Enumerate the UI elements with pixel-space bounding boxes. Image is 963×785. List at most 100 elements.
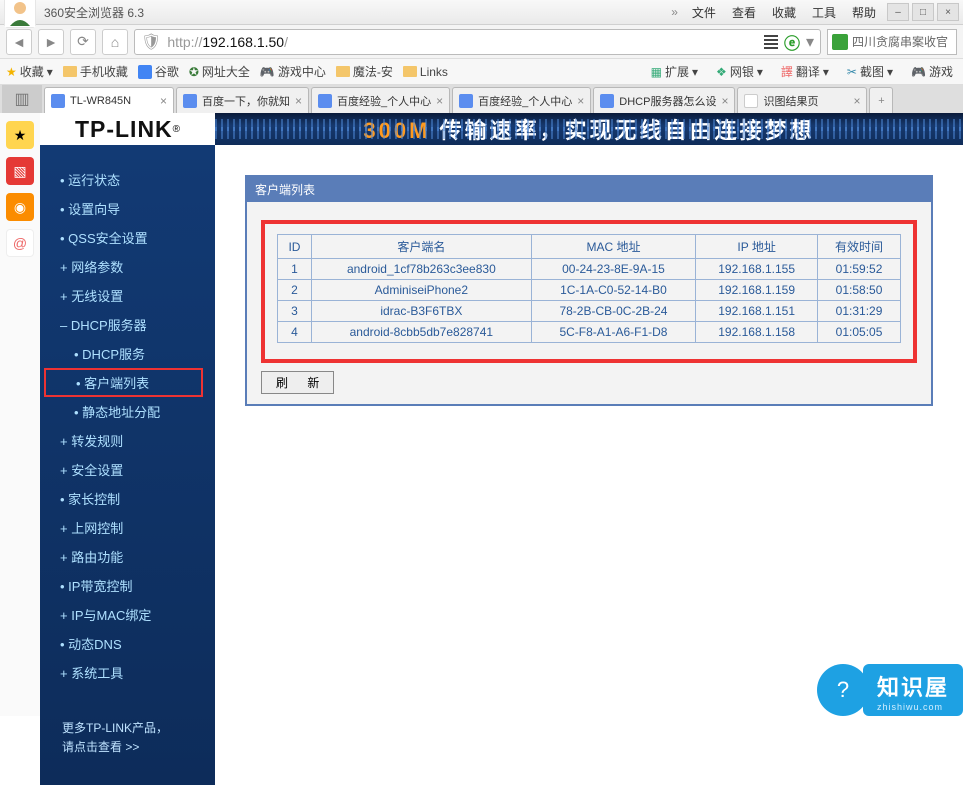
nav-item[interactable]: 客户端列表 bbox=[44, 368, 203, 397]
nav-label: 客户端列表 bbox=[84, 376, 149, 391]
tab-close-icon[interactable]: × bbox=[853, 94, 860, 108]
nav-more-products[interactable]: 更多TP-LINK产品， 请点击查看 >> bbox=[54, 711, 201, 765]
menu-file[interactable]: 文件 bbox=[684, 4, 724, 21]
nav-item[interactable]: 安全设置 bbox=[40, 455, 215, 484]
nav-item[interactable]: 静态地址分配 bbox=[40, 397, 215, 426]
site-list-icon[interactable]: ▥ bbox=[2, 85, 42, 113]
client-table-highlight: ID客户端名MAC 地址IP 地址有效时间 1android_1cf78b263… bbox=[261, 220, 917, 363]
tab-jingyan2[interactable]: 百度经验_个人中心× bbox=[452, 87, 591, 113]
forward-button[interactable]: ► bbox=[38, 29, 64, 55]
nav-item[interactable]: 网络参数 bbox=[40, 252, 215, 281]
router-page: TP-LINK® 300M 传输速率，实现无线自由连接梦想 运行状态设置向导QS… bbox=[40, 113, 963, 716]
url-text: http://192.168.1.50/ bbox=[167, 34, 758, 50]
scissors-icon: ✂ bbox=[847, 65, 857, 79]
nav-item[interactable]: 路由功能 bbox=[40, 542, 215, 571]
close-button[interactable]: × bbox=[937, 3, 959, 21]
tab-close-icon[interactable]: × bbox=[160, 94, 167, 108]
reload-button[interactable]: ⟳ bbox=[70, 29, 96, 55]
tab-close-icon[interactable]: × bbox=[577, 94, 584, 108]
nav-item[interactable]: DHCP服务 bbox=[40, 339, 215, 368]
table-cell: 2 bbox=[278, 280, 312, 301]
menu-help[interactable]: 帮助 bbox=[844, 4, 884, 21]
folder-icon bbox=[63, 66, 77, 77]
bookmark-magic[interactable]: 魔法-安 bbox=[336, 63, 393, 80]
engine-icon[interactable]: ⓔ bbox=[784, 30, 800, 54]
favicon-icon bbox=[51, 94, 65, 108]
table-header: MAC 地址 bbox=[531, 235, 695, 259]
user-avatar-icon bbox=[4, 0, 36, 28]
nav-label: 设置向导 bbox=[68, 202, 120, 217]
menu-tools[interactable]: 工具 bbox=[804, 4, 844, 21]
new-tab-button[interactable]: + bbox=[869, 87, 893, 113]
games-button[interactable]: 🎮游戏 bbox=[907, 63, 957, 80]
back-button[interactable]: ◄ bbox=[6, 29, 32, 55]
tab-baidu[interactable]: 百度一下，你就知× bbox=[176, 87, 309, 113]
table-cell: 4 bbox=[278, 322, 312, 343]
search-field[interactable]: 四川贪腐串案收官 bbox=[827, 29, 957, 55]
nav-item[interactable]: 系统工具 bbox=[40, 658, 215, 687]
table-row: 1android_1cf78b263c3ee83000-24-23-8E-9A-… bbox=[278, 259, 901, 280]
nav-label: QSS安全设置 bbox=[68, 231, 147, 246]
nav-item[interactable]: 动态DNS bbox=[40, 629, 215, 658]
table-cell: 5C-F8-A1-A6-F1-D8 bbox=[531, 322, 695, 343]
rail-shop-icon[interactable]: ▧ bbox=[6, 157, 34, 185]
bookmark-games[interactable]: 🎮游戏中心 bbox=[260, 63, 326, 80]
minimize-button[interactable]: – bbox=[887, 3, 909, 21]
url-field[interactable]: 🛡 http://192.168.1.50/ ⓔ ▾ bbox=[134, 29, 821, 55]
screenshot-button[interactable]: ✂截图 ▾ bbox=[843, 63, 897, 80]
nav-item[interactable]: QSS安全设置 bbox=[40, 223, 215, 252]
favorites-button[interactable]: ★收藏 ▾ bbox=[6, 63, 53, 80]
nav-item[interactable]: IP与MAC绑定 bbox=[40, 600, 215, 629]
table-cell: 1 bbox=[278, 259, 312, 280]
tab-jingyan1[interactable]: 百度经验_个人中心× bbox=[311, 87, 450, 113]
nav-item[interactable]: 无线设置 bbox=[40, 281, 215, 310]
tab-dhcp[interactable]: DHCP服务器怎么设× bbox=[593, 87, 735, 113]
nav-item[interactable]: IP带宽控制 bbox=[40, 571, 215, 600]
tab-close-icon[interactable]: × bbox=[436, 94, 443, 108]
banner-slogan: 300M 传输速率，实现无线自由连接梦想 bbox=[215, 113, 963, 145]
compass-icon: ✪ bbox=[189, 65, 199, 79]
refresh-button[interactable]: 刷 新 bbox=[261, 371, 334, 394]
tab-image[interactable]: 识图结果页× bbox=[737, 87, 867, 113]
qrcode-icon[interactable] bbox=[764, 35, 778, 49]
nav-item[interactable]: 家长控制 bbox=[40, 484, 215, 513]
bookmark-sites[interactable]: ✪网址大全 bbox=[189, 63, 250, 80]
rail-star-icon[interactable]: ★ bbox=[6, 121, 34, 149]
nav-item[interactable]: 运行状态 bbox=[40, 165, 215, 194]
tab-tlwr845n[interactable]: TL-WR845N× bbox=[44, 87, 174, 113]
nav-label: DHCP服务 bbox=[82, 347, 145, 362]
home-button[interactable]: ⌂ bbox=[102, 29, 128, 55]
menu-favorites[interactable]: 收藏 bbox=[764, 4, 804, 21]
rail-at-icon[interactable]: @ bbox=[6, 229, 34, 257]
tab-close-icon[interactable]: × bbox=[721, 94, 728, 108]
menu-view[interactable]: 查看 bbox=[724, 4, 764, 21]
nav-item[interactable]: 上网控制 bbox=[40, 513, 215, 542]
folder-icon bbox=[403, 66, 417, 77]
nav-label: 动态DNS bbox=[68, 637, 121, 652]
tab-close-icon[interactable]: × bbox=[295, 94, 302, 108]
shield-icon: 🛡 bbox=[141, 32, 161, 52]
ext-button[interactable]: ▦扩展 ▾ bbox=[647, 63, 702, 80]
nav-item[interactable]: DHCP服务器 bbox=[40, 310, 215, 339]
dropdown-icon[interactable]: ▾ bbox=[806, 32, 814, 52]
favicon-icon bbox=[318, 94, 332, 108]
chevron-double-right-icon[interactable]: » bbox=[665, 5, 684, 19]
browser-titlebar: 360安全浏览器 6.3 » 文件 查看 收藏 工具 帮助 – □ × bbox=[0, 0, 963, 25]
browser-title: 360安全浏览器 6.3 bbox=[44, 4, 144, 21]
table-row: 2AdminiseiPhone21C-1A-C0-52-14-B0192.168… bbox=[278, 280, 901, 301]
rail-weibo-icon[interactable]: ◉ bbox=[6, 193, 34, 221]
question-icon: ? bbox=[817, 664, 869, 716]
nav-label: IP与MAC绑定 bbox=[71, 608, 151, 623]
translate-button[interactable]: 譯翻译 ▾ bbox=[777, 63, 833, 80]
table-cell: 192.168.1.155 bbox=[696, 259, 818, 280]
nav-item[interactable]: 设置向导 bbox=[40, 194, 215, 223]
table-cell: 192.168.1.158 bbox=[696, 322, 818, 343]
table-cell: idrac-B3F6TBX bbox=[311, 301, 531, 322]
nav-item[interactable]: 转发规则 bbox=[40, 426, 215, 455]
nav-label: IP带宽控制 bbox=[68, 579, 132, 594]
bookmark-google[interactable]: 谷歌 bbox=[138, 63, 179, 80]
bookmark-mobile[interactable]: 手机收藏 bbox=[63, 63, 128, 80]
bank-button[interactable]: ❖网银 ▾ bbox=[712, 63, 767, 80]
bookmark-links[interactable]: Links bbox=[403, 65, 448, 79]
maximize-button[interactable]: □ bbox=[912, 3, 934, 21]
